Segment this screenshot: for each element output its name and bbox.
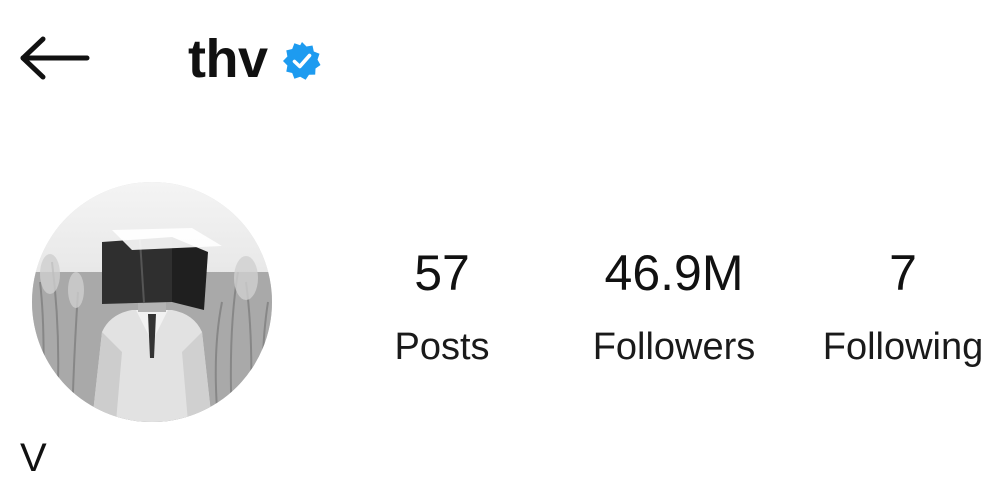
display-name: V xyxy=(20,436,47,480)
username: thv xyxy=(188,29,268,89)
username-header: thv xyxy=(188,24,322,94)
posts-label: Posts xyxy=(394,326,490,368)
back-button[interactable] xyxy=(14,30,94,90)
following-stat[interactable]: 7 Following xyxy=(806,248,1000,366)
profile-photo[interactable] xyxy=(32,182,272,422)
following-label: Following xyxy=(822,326,984,368)
followers-count: 46.9M xyxy=(604,245,744,301)
posts-count: 57 xyxy=(414,245,470,301)
following-count: 7 xyxy=(889,245,917,301)
followers-stat[interactable]: 46.9M Followers xyxy=(574,248,774,366)
verified-badge-icon xyxy=(282,41,322,81)
arrow-left-icon xyxy=(17,36,91,85)
posts-stat[interactable]: 57 Posts xyxy=(376,248,508,366)
followers-label: Followers xyxy=(592,326,756,368)
